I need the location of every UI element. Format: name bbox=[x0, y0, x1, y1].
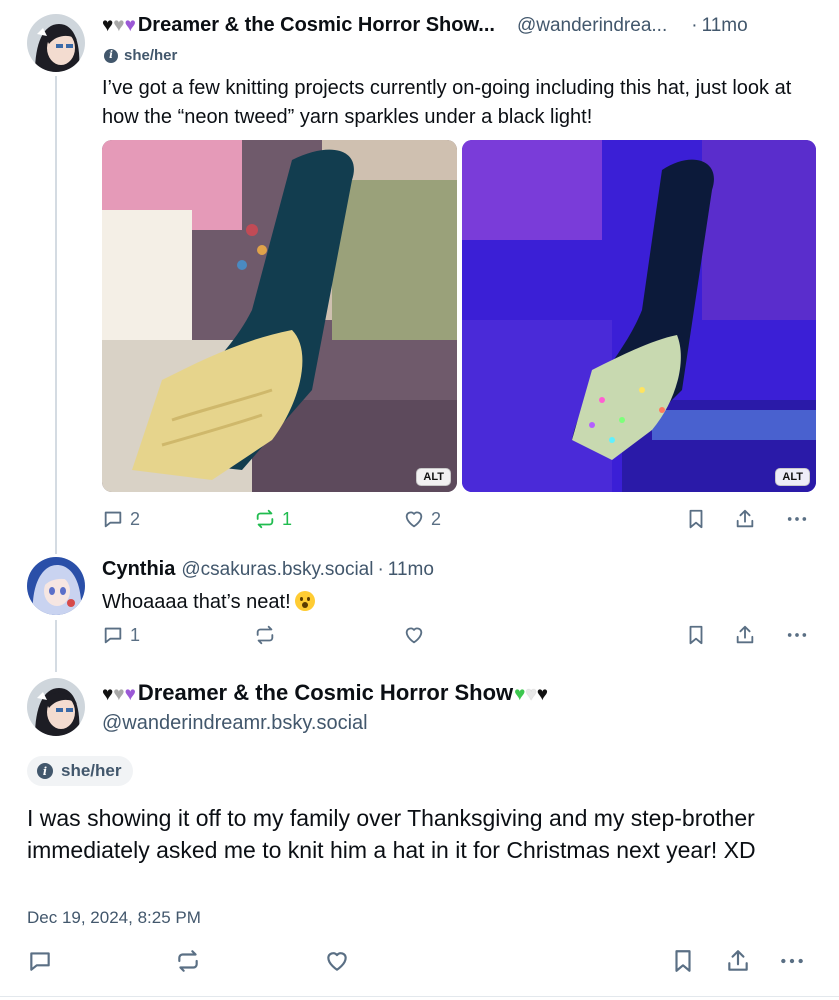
post-text: I’ve got a few knitting projects current… bbox=[102, 77, 792, 128]
speech-bubble-icon bbox=[104, 627, 122, 644]
pronouns-pill: i she/her bbox=[27, 756, 134, 786]
bookmark-button[interactable] bbox=[685, 624, 707, 646]
main-post-actions bbox=[27, 948, 812, 978]
purple-heart-icon: ♥ bbox=[124, 15, 136, 36]
display-name[interactable]: Dreamer & the Cosmic Horror Show bbox=[138, 680, 513, 706]
more-dots-icon bbox=[787, 517, 807, 521]
share-button[interactable] bbox=[734, 508, 756, 530]
main-post-header: ♥♥♥ Dreamer & the Cosmic Horror Show ♥♥♥ bbox=[102, 680, 548, 706]
white-heart-icon: ♥ bbox=[113, 15, 125, 36]
display-name[interactable]: Cynthia bbox=[102, 558, 175, 581]
bottom-divider bbox=[0, 996, 839, 997]
more-dots-icon bbox=[787, 633, 807, 637]
post-actions: 2 1 2 bbox=[102, 508, 812, 538]
post-timestamp[interactable]: Dec 19, 2024, 8:25 PM bbox=[27, 908, 201, 928]
post-time[interactable]: 11mo bbox=[702, 15, 748, 37]
reply-button[interactable]: 1 bbox=[102, 624, 140, 646]
share-icon bbox=[728, 950, 748, 971]
like-button[interactable] bbox=[403, 624, 425, 646]
alt-badge[interactable]: ALT bbox=[775, 468, 810, 486]
reply-text-content: Whoaaaa that’s neat! bbox=[102, 591, 291, 613]
heart-icon bbox=[327, 952, 347, 971]
handle[interactable]: @wanderindrea... bbox=[517, 15, 667, 37]
bookmark-button[interactable] bbox=[685, 508, 707, 530]
speech-bubble-icon bbox=[104, 511, 122, 528]
pronouns: i she/her bbox=[104, 47, 177, 64]
time-separator: · bbox=[691, 15, 698, 36]
display-name[interactable]: Dreamer & the Cosmic Horror Show... bbox=[138, 14, 495, 37]
more-dots-icon bbox=[781, 958, 803, 964]
repost-button[interactable]: 1 bbox=[254, 508, 292, 530]
post-image-2[interactable]: ALT bbox=[462, 140, 816, 492]
info-icon: i bbox=[37, 763, 53, 779]
repost-arrows-icon bbox=[256, 625, 274, 645]
pronouns-label: she/her bbox=[124, 47, 178, 64]
repost-button[interactable] bbox=[175, 948, 201, 974]
share-button[interactable] bbox=[734, 624, 756, 646]
repost-button[interactable] bbox=[254, 624, 276, 646]
share-button[interactable] bbox=[725, 948, 751, 974]
like-count: 2 bbox=[431, 508, 442, 529]
surprised-face-emoji-icon bbox=[294, 591, 315, 611]
speech-bubble-icon bbox=[30, 952, 50, 971]
repost-arrows-icon bbox=[256, 509, 274, 529]
pronouns-label: she/her bbox=[61, 761, 122, 780]
share-icon bbox=[736, 625, 754, 644]
reply-button[interactable]: 2 bbox=[102, 508, 140, 530]
post-header: Cynthia @csakuras.bsky.social · 11mo bbox=[102, 558, 434, 581]
heart-emojis: ♥♥♥ bbox=[102, 15, 136, 37]
green-heart-icon: ♥ bbox=[514, 684, 526, 705]
avatar[interactable] bbox=[27, 14, 85, 72]
heart-emojis-trailing: ♥♥♥ bbox=[514, 682, 548, 706]
info-icon: i bbox=[104, 48, 118, 63]
more-options-button[interactable] bbox=[786, 624, 808, 646]
avatar[interactable] bbox=[27, 678, 85, 736]
handle[interactable]: @csakuras.bsky.social bbox=[181, 559, 373, 581]
black-heart-icon: ♥ bbox=[536, 684, 548, 705]
more-options-button[interactable] bbox=[779, 948, 805, 974]
black-heart-icon: ♥ bbox=[102, 684, 114, 705]
reply-text: Whoaaaa that’s neat! bbox=[102, 588, 802, 617]
reply-actions: 1 bbox=[102, 624, 812, 654]
post-image-1[interactable]: ALT bbox=[102, 140, 457, 492]
heart-icon bbox=[405, 627, 423, 644]
reply-count: 2 bbox=[130, 508, 141, 529]
reply-button[interactable] bbox=[27, 948, 53, 974]
heart-emojis-leading: ♥♥♥ bbox=[102, 682, 136, 706]
heart-icon bbox=[405, 511, 423, 528]
main-handle[interactable]: @wanderindreamr.bsky.social bbox=[102, 712, 368, 735]
share-icon bbox=[736, 509, 754, 528]
black-heart-icon: ♥ bbox=[102, 15, 114, 36]
post-header: ♥♥♥ Dreamer & the Cosmic Horror Show... … bbox=[102, 14, 748, 37]
bookmark-icon bbox=[689, 509, 703, 529]
main-post-text: I was showing it off to my family over T… bbox=[27, 805, 756, 863]
thread-line bbox=[55, 620, 57, 672]
more-options-button[interactable] bbox=[786, 508, 808, 530]
time-separator: · bbox=[377, 559, 384, 580]
post-time[interactable]: 11mo bbox=[388, 559, 434, 581]
repost-count: 1 bbox=[282, 508, 293, 529]
bookmark-icon bbox=[689, 625, 703, 645]
avatar[interactable] bbox=[27, 557, 85, 615]
purple-heart-icon: ♥ bbox=[124, 684, 136, 705]
white-heart-icon: ♥ bbox=[525, 684, 537, 705]
alt-badge[interactable]: ALT bbox=[416, 468, 451, 486]
like-button[interactable] bbox=[324, 948, 350, 974]
reply-count: 1 bbox=[130, 624, 141, 645]
bookmark-icon bbox=[675, 950, 691, 972]
bookmark-button[interactable] bbox=[670, 948, 696, 974]
repost-arrows-icon bbox=[178, 950, 198, 972]
like-button[interactable]: 2 bbox=[403, 508, 441, 530]
white-heart-icon: ♥ bbox=[113, 684, 125, 705]
thread-line bbox=[55, 76, 57, 554]
